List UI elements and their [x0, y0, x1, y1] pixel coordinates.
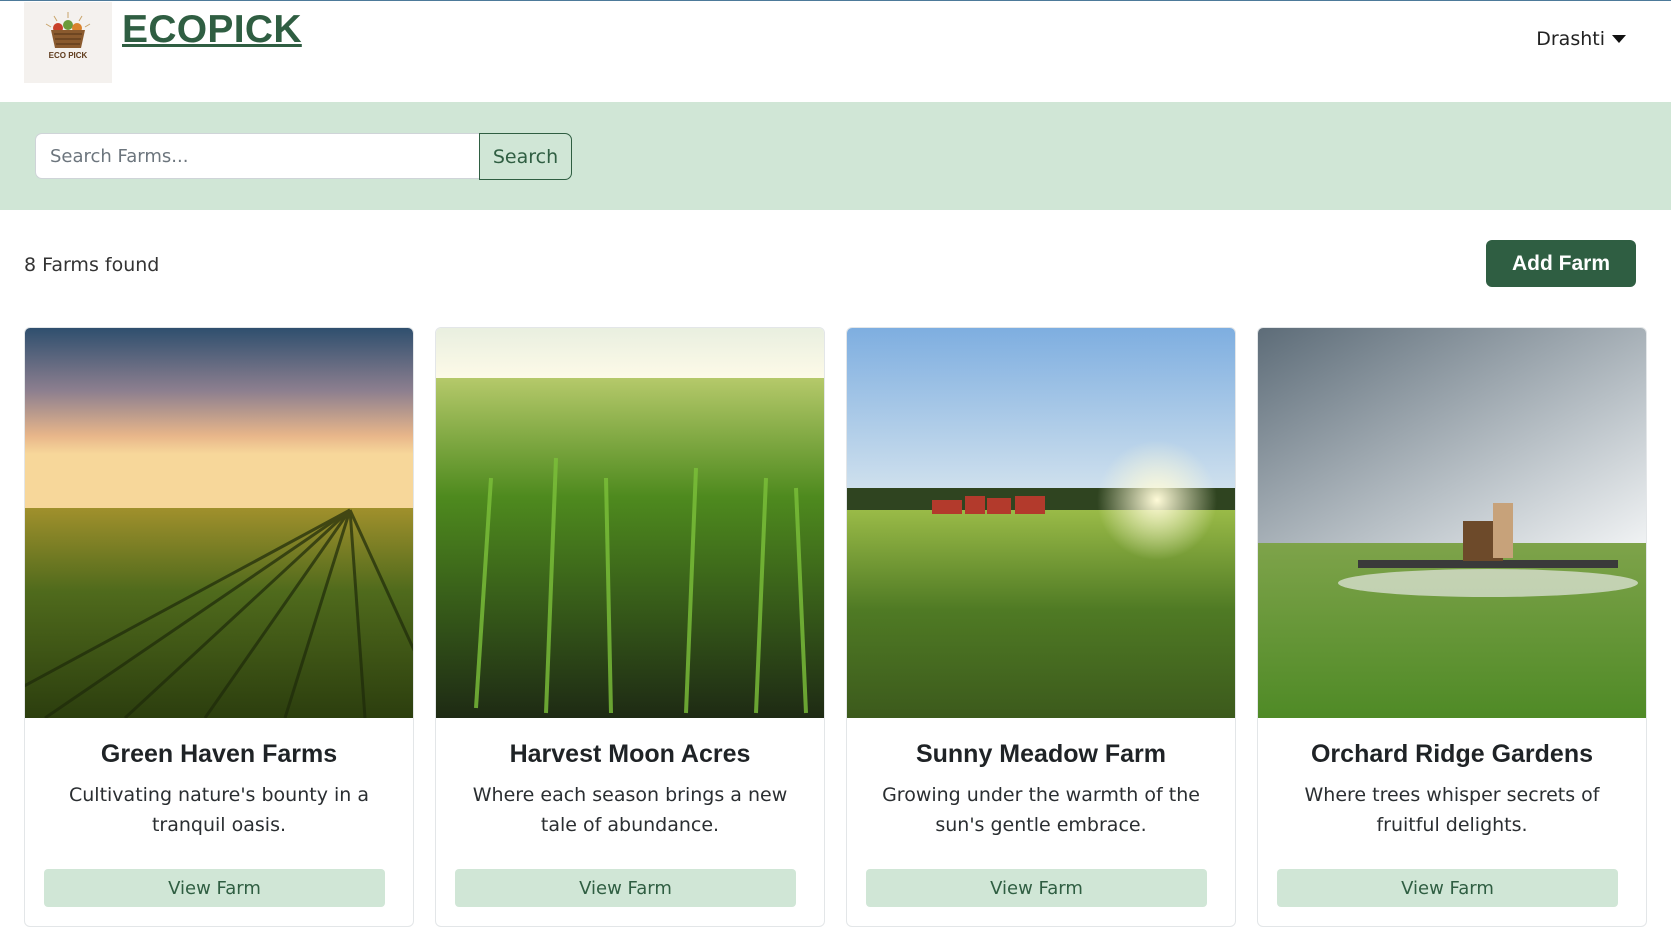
add-farm-button[interactable]: Add Farm [1486, 240, 1636, 287]
logo[interactable]: ECO PICK [24, 2, 112, 83]
search-button[interactable]: Search [479, 133, 572, 180]
farm-card: Green Haven Farms Cultivating nature's b… [24, 327, 414, 927]
logo-basket-icon: ECO PICK [45, 12, 91, 60]
farm-image [436, 328, 824, 718]
user-menu[interactable]: Drashti [1536, 28, 1626, 50]
farm-image [25, 328, 413, 718]
search-input[interactable] [35, 133, 480, 179]
view-farm-button[interactable]: View Farm [44, 869, 385, 907]
farm-card: Harvest Moon Acres Where each season bri… [435, 327, 825, 927]
caret-down-icon [1612, 35, 1626, 43]
user-name: Drashti [1536, 28, 1605, 50]
farm-title: Sunny Meadow Farm [915, 740, 1167, 768]
farm-image [847, 328, 1235, 718]
farm-description: Where each season brings a new tale of a… [472, 784, 788, 836]
top-border [0, 0, 1671, 1]
farm-card: Orchard Ridge Gardens Where trees whispe… [1257, 327, 1647, 927]
farm-title: Harvest Moon Acres [509, 740, 751, 768]
farm-card: Sunny Meadow Farm Growing under the warm… [846, 327, 1236, 927]
farm-description: Growing under the warmth of the sun's ge… [882, 784, 1200, 836]
svg-text:ECO PICK: ECO PICK [49, 51, 88, 60]
brand-title[interactable]: ECOPICK [122, 8, 302, 52]
farm-description: Where trees whisper secrets of fruitful … [1304, 784, 1600, 836]
farm-description: Cultivating nature's bounty in a tranqui… [68, 784, 369, 836]
view-farm-button[interactable]: View Farm [1277, 869, 1618, 907]
view-farm-button[interactable]: View Farm [455, 869, 796, 907]
farm-title: Orchard Ridge Gardens [1310, 740, 1594, 768]
view-farm-button[interactable]: View Farm [866, 869, 1207, 907]
farm-title: Green Haven Farms [100, 740, 338, 768]
results-count: 8 Farms found [24, 254, 160, 276]
farm-image [1258, 328, 1646, 718]
